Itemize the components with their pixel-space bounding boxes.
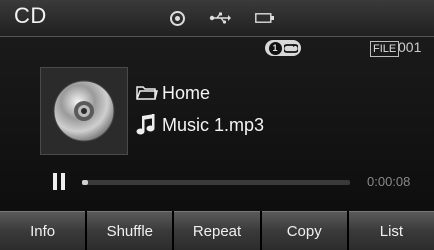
list-button[interactable]: List: [348, 211, 434, 250]
progress-fill: [82, 180, 88, 185]
soft-key-bar: Info Shuffle Repeat Copy List: [0, 211, 434, 250]
file-label: FILE: [370, 41, 400, 57]
repeat-one-badge: 1: [265, 40, 301, 56]
repeat-count: 1: [268, 41, 282, 55]
folder-row: Home: [136, 82, 210, 104]
cd-disc-icon: [53, 80, 115, 142]
disc-icon: [170, 10, 185, 26]
status-bar: CD: [0, 0, 434, 37]
pause-icon[interactable]: [53, 173, 65, 190]
shuffle-button[interactable]: Shuffle: [87, 211, 173, 250]
file-number: 001: [398, 39, 422, 55]
info-button[interactable]: Info: [0, 211, 86, 250]
repeat-button[interactable]: Repeat: [174, 211, 260, 250]
progress-bar[interactable]: [82, 180, 350, 185]
status-icons: [170, 8, 275, 28]
source-mode-label: CD: [14, 3, 47, 28]
repeat-icon: [283, 43, 298, 53]
folder-icon: [136, 86, 158, 100]
track-row: Music 1.mp3: [136, 112, 264, 138]
album-art: [40, 67, 128, 155]
usb-icon: [209, 12, 231, 24]
battery-icon: [255, 13, 275, 23]
elapsed-time: 0:00:08: [367, 174, 411, 189]
folder-name: Home: [162, 82, 211, 103]
copy-button[interactable]: Copy: [261, 211, 347, 250]
track-name: Music 1.mp3: [162, 114, 265, 135]
music-note-icon: [136, 114, 155, 135]
cd-player-screen: CD 1 FILE 001 Home Music 1.mp3 0:00:08 I…: [0, 0, 434, 250]
